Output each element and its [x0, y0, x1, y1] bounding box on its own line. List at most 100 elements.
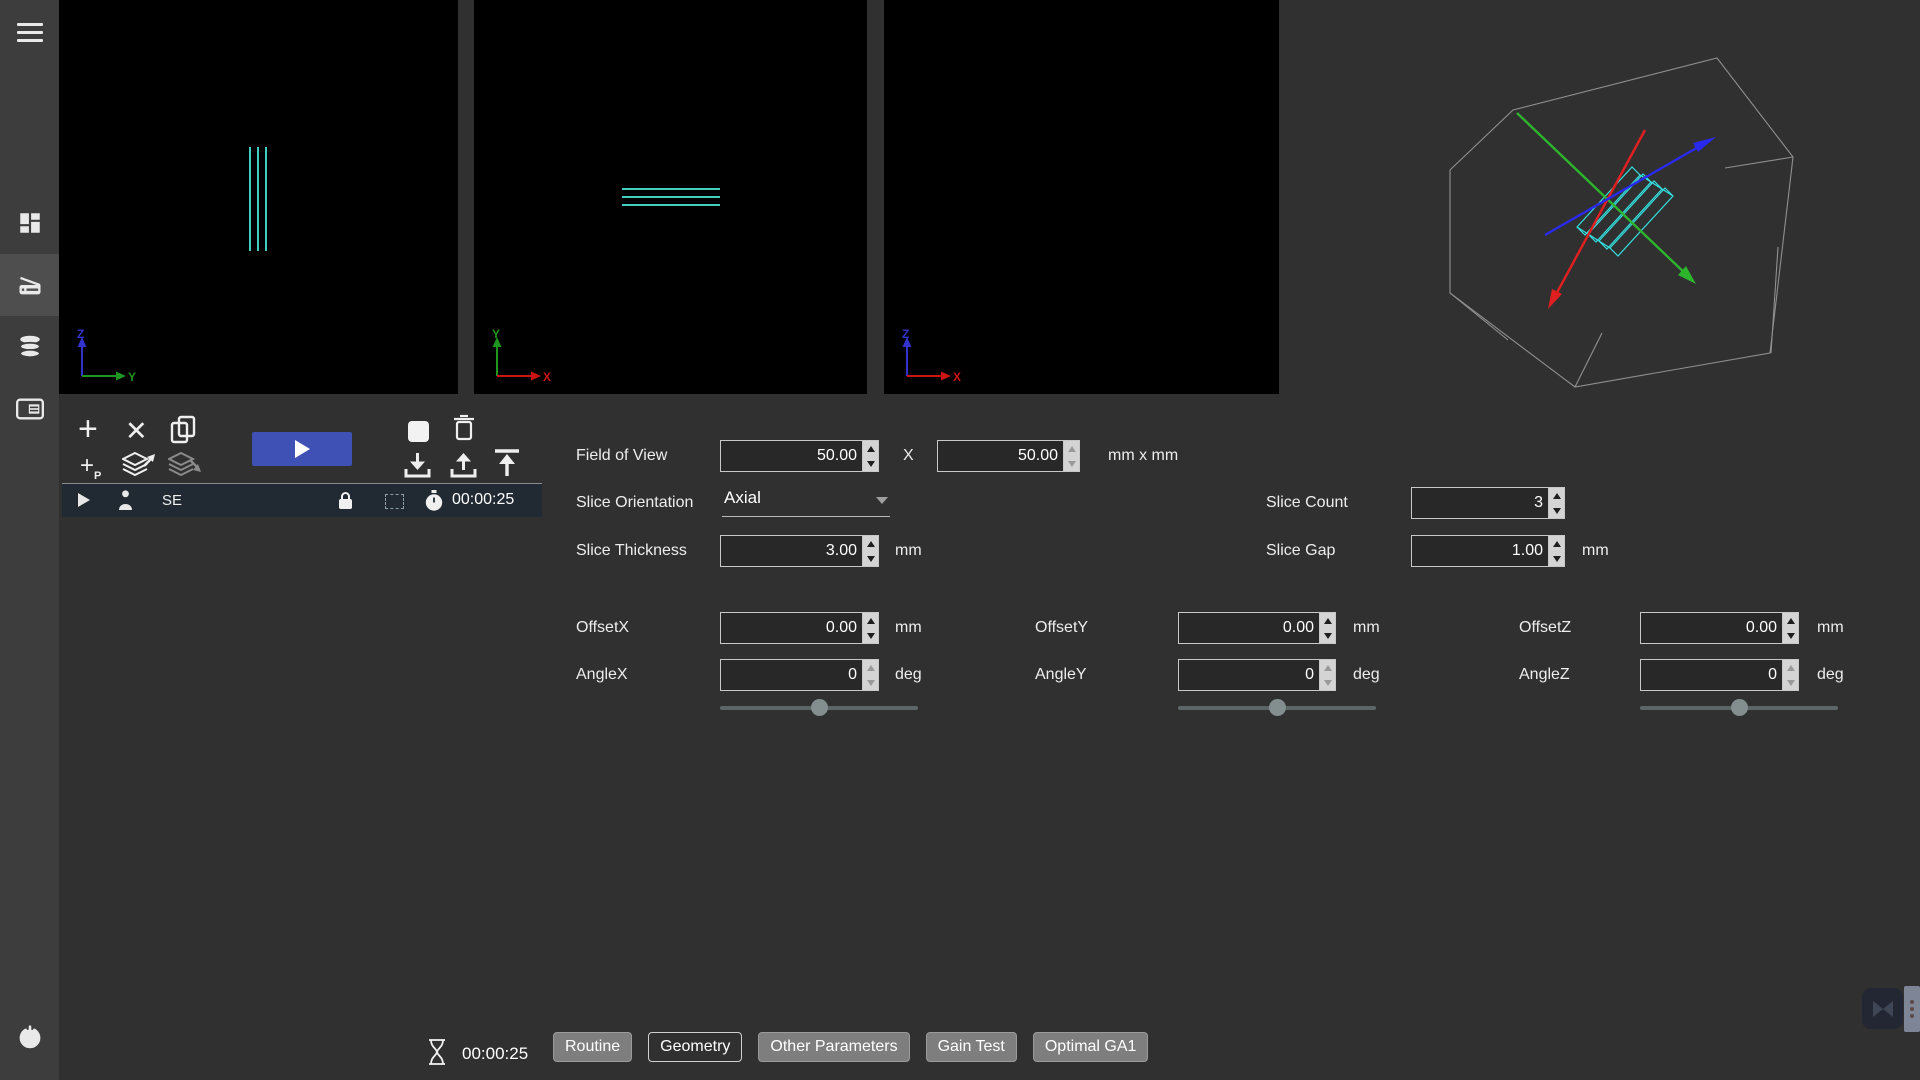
- spinner-up[interactable]: [1783, 613, 1798, 628]
- slice-gap-field: [1411, 535, 1565, 567]
- angley-input[interactable]: [1178, 659, 1319, 691]
- sidebar-item-dashboard[interactable]: [0, 192, 59, 254]
- offsety-input[interactable]: [1178, 612, 1319, 644]
- slice-count-input[interactable]: [1411, 487, 1548, 519]
- tab-optimal-ga1[interactable]: Optimal GA1: [1033, 1032, 1149, 1062]
- spinner-down[interactable]: [863, 551, 878, 566]
- spinner-down[interactable]: [1549, 503, 1564, 518]
- angley-spinner: [1319, 659, 1336, 691]
- viewport-sagittal[interactable]: Z Y: [59, 0, 458, 394]
- sidebar-item-scanner[interactable]: [0, 254, 59, 316]
- offsetz-field: [1640, 612, 1799, 644]
- angley-label: AngleY: [1035, 666, 1087, 684]
- spinner-up[interactable]: [1320, 660, 1335, 675]
- slice-stack-3d: [1577, 167, 1673, 256]
- chat-widget-button[interactable]: [1862, 988, 1903, 1029]
- add-protocol-button[interactable]: +P: [80, 452, 101, 482]
- anglez-slider-thumb[interactable]: [1731, 699, 1748, 716]
- fov-y-spinner: [1063, 440, 1080, 472]
- spinner-down[interactable]: [1320, 675, 1335, 690]
- slice-line: [622, 196, 720, 198]
- viewport-coronal[interactable]: Y X: [474, 0, 867, 394]
- play-button[interactable]: [252, 432, 352, 466]
- axis-label-horizontal: Y: [128, 370, 136, 384]
- spinner-up[interactable]: [863, 613, 878, 628]
- stopwatch-icon: [424, 490, 444, 512]
- menu-icon[interactable]: [0, 10, 59, 54]
- anglez-slider[interactable]: [1640, 698, 1838, 716]
- offsety-unit: mm: [1353, 619, 1380, 637]
- offsetz-input[interactable]: [1640, 612, 1782, 644]
- commit-upload-button[interactable]: [492, 448, 522, 481]
- fov-unit: mm x mm: [1108, 447, 1178, 465]
- spinner-down[interactable]: [863, 456, 878, 471]
- offsety-spinner: [1319, 612, 1336, 644]
- viewport-axial[interactable]: Z X: [884, 0, 1279, 394]
- anglex-input[interactable]: [720, 659, 862, 691]
- spinner-up[interactable]: [863, 441, 878, 456]
- anglez-unit: deg: [1817, 666, 1844, 684]
- tab-geometry[interactable]: Geometry: [648, 1032, 742, 1062]
- spinner-up[interactable]: [863, 536, 878, 551]
- slice-thickness-input[interactable]: [720, 535, 862, 567]
- spinner-down[interactable]: [1320, 628, 1335, 643]
- slice-count-field: [1411, 487, 1565, 519]
- spinner-up[interactable]: [1549, 536, 1564, 551]
- widget-handle[interactable]: [1904, 986, 1920, 1032]
- remove-button[interactable]: ✕: [125, 418, 148, 445]
- spinner-down[interactable]: [863, 675, 878, 690]
- hourglass-icon: [428, 1038, 446, 1066]
- tab-other-parameters[interactable]: Other Parameters: [758, 1032, 909, 1062]
- tab-gain-test[interactable]: Gain Test: [926, 1032, 1017, 1062]
- anglex-slider-thumb[interactable]: [811, 699, 828, 716]
- spinner-down[interactable]: [1783, 675, 1798, 690]
- angley-slider[interactable]: [1178, 698, 1376, 716]
- angley-slider-thumb[interactable]: [1269, 699, 1286, 716]
- slice-gap-input[interactable]: [1411, 535, 1548, 567]
- slice-thickness-unit: mm: [895, 542, 922, 560]
- export-layers-button[interactable]: [122, 450, 156, 481]
- trash-button[interactable]: [452, 414, 476, 445]
- spinner-down[interactable]: [1549, 551, 1564, 566]
- sidebar-item-power[interactable]: [0, 1006, 59, 1068]
- download-button[interactable]: [404, 452, 431, 481]
- selection-box-icon[interactable]: [385, 494, 404, 509]
- spinner-down[interactable]: [1064, 456, 1079, 471]
- angley-unit: deg: [1353, 666, 1380, 684]
- upload-button[interactable]: [450, 452, 477, 481]
- fov-x-field: [720, 440, 879, 472]
- upload-icon: [450, 452, 477, 478]
- fov-separator: X: [903, 447, 914, 465]
- offsetx-input[interactable]: [720, 612, 862, 644]
- tab-routine[interactable]: Routine: [553, 1032, 632, 1062]
- copy-button[interactable]: [170, 415, 196, 448]
- scanner-icon: [16, 271, 44, 299]
- sidebar-item-registry[interactable]: [0, 378, 59, 440]
- slice-orientation-select[interactable]: Axial: [722, 486, 890, 517]
- slice-count-spinner: [1548, 487, 1565, 519]
- stop-button[interactable]: [408, 421, 429, 442]
- fov-y-input[interactable]: [937, 440, 1063, 472]
- spinner-up[interactable]: [863, 660, 878, 675]
- spinner-up[interactable]: [1783, 660, 1798, 675]
- fov-x-input[interactable]: [720, 440, 862, 472]
- anglex-label: AngleX: [576, 666, 628, 684]
- sequence-row[interactable]: SE 00:00:25: [62, 483, 542, 517]
- download-icon: [404, 452, 431, 478]
- sidebar-item-database[interactable]: [0, 316, 59, 378]
- spinner-up[interactable]: [1064, 441, 1079, 456]
- anglex-slider[interactable]: [720, 698, 918, 716]
- sequence-play-icon[interactable]: [78, 493, 90, 507]
- spinner-down[interactable]: [863, 628, 878, 643]
- add-button[interactable]: +: [78, 412, 98, 446]
- spinner-up[interactable]: [1320, 613, 1335, 628]
- slice-line: [257, 147, 259, 251]
- spinner-down[interactable]: [1783, 628, 1798, 643]
- anglez-input[interactable]: [1640, 659, 1782, 691]
- export-layers-disabled-button[interactable]: [168, 450, 202, 481]
- 3d-scene-view[interactable]: [1380, 8, 1890, 408]
- database-icon: [17, 334, 43, 360]
- wireframe-cube: [1450, 58, 1793, 387]
- spinner-up[interactable]: [1549, 488, 1564, 503]
- chevron-down-icon: [876, 497, 888, 504]
